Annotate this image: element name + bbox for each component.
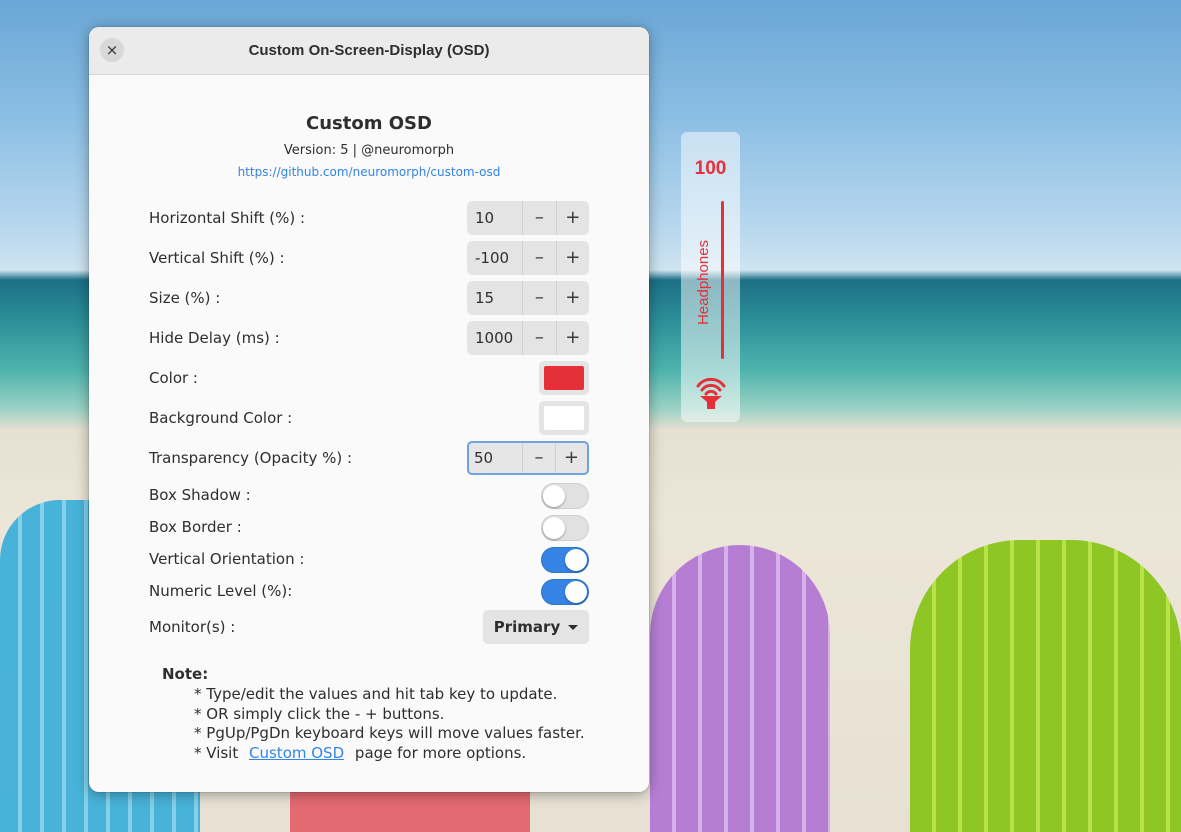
window-title: Custom On-Screen-Display (OSD) <box>248 42 490 59</box>
color-label: Color : <box>149 369 198 387</box>
size-spinbutton: 15 – + <box>467 281 589 315</box>
monitors-row: Monitor(s) : Primary <box>149 610 589 644</box>
note-line: * PgUp/PgDn keyboard keys will move valu… <box>194 724 585 742</box>
osd-device-label: Headphones <box>695 239 713 325</box>
box-shadow-row: Box Shadow : <box>149 478 589 512</box>
hide-delay-increment-button[interactable]: + <box>555 321 589 355</box>
color-picker-button[interactable] <box>539 361 589 395</box>
vertical-shift-input[interactable]: -100 <box>467 241 522 275</box>
box-border-switch[interactable] <box>541 515 589 541</box>
settings-dialog: × Custom On-Screen-Display (OSD) Custom … <box>89 27 649 792</box>
vertical-shift-row: Vertical Shift (%) : -100 – + <box>149 241 589 275</box>
about-header: Custom OSD Version: 5 | @neuromorph http… <box>89 113 649 179</box>
background-color-label: Background Color : <box>149 409 293 427</box>
box-border-row: Box Border : <box>149 510 589 544</box>
monitors-dropdown[interactable]: Primary <box>483 610 589 644</box>
background-chair-green <box>910 540 1181 832</box>
switch-knob <box>565 581 587 603</box>
numeric-level-switch[interactable] <box>541 579 589 605</box>
help-note: Note: * Type/edit the values and hit tab… <box>162 665 585 763</box>
monitors-label: Monitor(s) : <box>149 618 236 636</box>
numeric-level-row: Numeric Level (%): <box>149 574 589 608</box>
transparency-increment-button[interactable]: + <box>554 443 587 473</box>
vertical-shift-decrement-button[interactable]: – <box>522 241 555 275</box>
vertical-shift-label: Vertical Shift (%) : <box>149 249 285 267</box>
caret-down-icon <box>568 624 579 630</box>
title-bar: × Custom On-Screen-Display (OSD) <box>89 27 649 75</box>
horizontal-shift-input[interactable]: 10 <box>467 201 522 235</box>
color-swatch <box>544 366 584 390</box>
size-row: Size (%) : 15 – + <box>149 281 589 315</box>
vertical-orientation-switch[interactable] <box>541 547 589 573</box>
background-color-picker-button[interactable] <box>539 401 589 435</box>
hide-delay-input[interactable]: 1000 <box>467 321 522 355</box>
repository-link[interactable]: https://github.com/neuromorph/custom-osd <box>89 165 649 179</box>
speaker-volume-icon <box>696 377 726 409</box>
horizontal-shift-decrement-button[interactable]: – <box>522 201 555 235</box>
osd-preview: 100 Headphones <box>681 132 740 422</box>
transparency-row: Transparency (Opacity %) : 50 – + <box>149 441 589 475</box>
box-border-label: Box Border : <box>149 518 242 536</box>
hide-delay-decrement-button[interactable]: – <box>522 321 555 355</box>
osd-level-value: 100 <box>694 158 727 179</box>
version-info: Version: 5 | @neuromorph <box>283 143 455 158</box>
horizontal-shift-label: Horizontal Shift (%) : <box>149 209 305 227</box>
note-title: Note: <box>162 665 209 683</box>
vertical-orientation-label: Vertical Orientation : <box>149 550 305 568</box>
color-row: Color : <box>149 361 589 395</box>
background-chair-purple <box>650 545 830 832</box>
transparency-label: Transparency (Opacity %) : <box>149 449 353 467</box>
transparency-input[interactable]: 50 <box>469 443 522 473</box>
vertical-orientation-row: Vertical Orientation : <box>149 542 589 576</box>
note-line: * Type/edit the values and hit tab key t… <box>194 685 558 703</box>
background-color-row: Background Color : <box>149 401 589 435</box>
hide-delay-row: Hide Delay (ms) : 1000 – + <box>149 321 589 355</box>
numeric-level-label: Numeric Level (%): <box>149 582 293 600</box>
switch-knob <box>565 549 587 571</box>
monitors-selected-value: Primary <box>493 618 561 636</box>
size-decrement-button[interactable]: – <box>522 281 555 315</box>
hide-delay-label: Hide Delay (ms) : <box>149 329 280 347</box>
horizontal-shift-spinbutton: 10 – + <box>467 201 589 235</box>
switch-knob <box>543 485 565 507</box>
app-name: Custom OSD <box>306 113 432 134</box>
box-shadow-switch[interactable] <box>541 483 589 509</box>
custom-osd-link[interactable]: Custom OSD <box>249 744 344 762</box>
transparency-decrement-button[interactable]: – <box>522 443 554 473</box>
background-color-swatch <box>544 406 584 430</box>
horizontal-shift-increment-button[interactable]: + <box>555 201 589 235</box>
vertical-shift-increment-button[interactable]: + <box>555 241 589 275</box>
size-input[interactable]: 15 <box>467 281 522 315</box>
note-visit-prefix: * Visit <box>194 743 239 762</box>
size-increment-button[interactable]: + <box>555 281 589 315</box>
vertical-shift-spinbutton: -100 – + <box>467 241 589 275</box>
osd-level-bar <box>721 201 724 359</box>
note-visit-suffix: page for more options. <box>354 743 527 762</box>
transparency-spinbutton: 50 – + <box>467 441 589 475</box>
size-label: Size (%) : <box>149 289 221 307</box>
note-line: * OR simply click the - + buttons. <box>194 704 445 723</box>
horizontal-shift-row: Horizontal Shift (%) : 10 – + <box>149 201 589 235</box>
switch-knob <box>543 517 565 539</box>
hide-delay-spinbutton: 1000 – + <box>467 321 589 355</box>
note-line: * Visit Custom OSD page for more options… <box>162 744 585 764</box>
box-shadow-label: Box Shadow : <box>149 486 251 504</box>
